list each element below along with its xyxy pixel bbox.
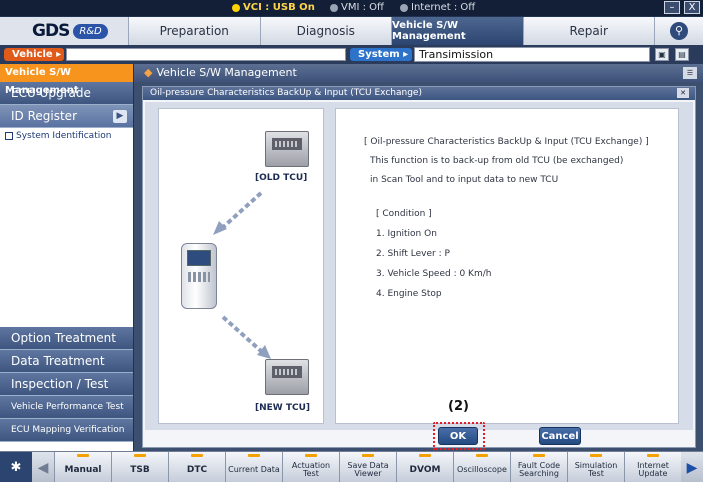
toolbar-internet-update[interactable]: Internet Update [624,452,681,482]
tools-icon[interactable]: ✱ [0,452,32,482]
close-window-button[interactable]: X [684,1,700,14]
sidebar-item-option-treatment[interactable]: Option Treatment [0,327,133,350]
vmi-status: VMI : Off [330,2,384,13]
sidebar-item-vehicle-performance-test[interactable]: Vehicle Performance Test [0,396,133,419]
new-tcu-icon [265,359,309,395]
toolbar-fault-code-searching[interactable]: Fault Code Searching [510,452,567,482]
toolbar-prev-button[interactable]: ◀ [32,452,54,482]
condition-item: 4. Engine Stop [376,289,442,299]
chevron-left-icon: ◀ [37,459,49,476]
scan-tool-icon [181,243,217,309]
print-icon[interactable]: ▤ [675,48,689,61]
toolbar-current-data[interactable]: Current Data [225,452,282,482]
camera-icon[interactable]: ▣ [655,48,669,61]
toolbar-save-data-viewer[interactable]: Save Data Viewer [339,452,396,482]
instructions-panel: [ Oil-pressure Characteristics BackUp & … [335,108,679,424]
internet-status: Internet : Off [400,2,475,13]
dialog-body: [OLD TCU] [NEW TCU] [Oil-pressure Chara… [145,102,693,430]
info-heading: [ Oil-pressure Characteristics BackUp & … [364,137,649,147]
toolbar-dvom[interactable]: DVOM [396,452,453,482]
vmi-indicator-icon [330,3,338,12]
condition-item: 3. Vehicle Speed : 0 Km/h [376,269,492,279]
sidebar-item-ecu-mapping-verification[interactable]: ECU Mapping Verification [0,419,133,442]
arrow-down-left-icon [213,191,263,235]
chevron-right-icon: ▶ [113,109,127,123]
search-button[interactable]: ⚲ [654,17,703,45]
condition-heading: [ Condition ] [376,209,432,219]
info-line: This function is to back-up from old TCU… [370,156,624,166]
vehicle-field[interactable] [66,48,346,61]
ok-button[interactable]: OK [438,427,478,445]
status-bar: VCI : USB On VMI : Off Internet : Off – … [0,0,703,16]
tab-repair[interactable]: Repair [522,17,654,45]
vci-status: VCI : USB On [232,2,315,13]
old-tcu-label: [OLD TCU] [255,173,308,183]
tab-preparation[interactable]: Preparation [128,17,260,45]
toolbar-oscilloscope[interactable]: Oscilloscope [453,452,510,482]
toolbar-actuation-test[interactable]: Actuation Test [282,452,339,482]
toolbar-tsb[interactable]: TSB [111,452,168,482]
sidebar-item-id-register[interactable]: ID Register ▶ [0,105,133,128]
tab-vehicle-sw-management[interactable]: Vehicle S/W Management [391,17,523,45]
internet-indicator-icon [400,3,408,12]
dialog-title: Oil-pressure Characteristics BackUp & In… [143,87,695,100]
main-nav: Preparation Diagnosis Vehicle S/W Manage… [128,17,654,45]
gds-logo: GDS R&D [0,17,128,45]
toolbar-simulation-test[interactable]: Simulation Test [567,452,624,482]
condition-item: 2. Shift Lever : P [376,249,450,259]
sidebar-subitem-system-identification[interactable]: System Identification [0,128,133,144]
vehicle-system-bar: Vehicle ▸ System ▸ Transimission ▣ ▤ [0,45,703,64]
chevron-right-icon: ▶ [686,459,698,476]
system-field[interactable]: Transimission [414,47,650,62]
toolbar-manual[interactable]: Manual [54,452,111,482]
document-icon [5,132,13,140]
sidebar: Vehicle S/W Management ECU Upgrade ID Re… [0,64,133,451]
dialog-close-icon[interactable]: ✕ [677,88,689,98]
tcu-exchange-dialog: Oil-pressure Characteristics BackUp & In… [142,86,696,450]
vehicle-button[interactable]: Vehicle ▸ [4,48,64,61]
sidebar-item-inspection-test[interactable]: Inspection / Test [0,373,133,396]
gds-app-window: VCI : USB On VMI : Off Internet : Off – … [0,0,703,482]
sidebar-spacer [0,144,133,327]
step-annotation: (2) [448,399,469,414]
info-line: in Scan Tool and to input data to new TC… [370,175,559,185]
vci-indicator-icon [232,3,240,12]
search-icon: ⚲ [670,22,688,40]
sidebar-item-data-treatment[interactable]: Data Treatment [0,350,133,373]
old-tcu-icon [265,131,309,167]
arrow-down-right-icon [221,315,271,359]
new-tcu-label: [NEW TCU] [255,403,311,413]
sidebar-header: Vehicle S/W Management [0,64,133,96]
toolbar-dtc[interactable]: DTC [168,452,225,482]
tcu-exchange-illustration: [OLD TCU] [NEW TCU] [158,108,324,424]
toolbar-next-button[interactable]: ▶ [681,452,703,482]
system-button[interactable]: System ▸ [350,48,412,61]
sidebar-item-ecu-upgrade[interactable]: ECU Upgrade [0,82,133,105]
main-title: ◆ Vehicle S/W Management [134,64,703,82]
cancel-button[interactable]: Cancel [539,427,581,445]
minimize-button[interactable]: – [664,1,680,14]
main-menu-icon[interactable]: ☰ [683,67,697,79]
condition-item: 1. Ignition On [376,229,437,239]
sw-management-icon: ◆ [144,66,153,79]
main-panel: ◆ Vehicle S/W Management ☰ Oil-pressure … [134,64,703,451]
bottom-toolbar: ✱ ◀ Manual TSB DTC Current Data Actuatio… [0,451,703,482]
tab-diagnosis[interactable]: Diagnosis [259,17,391,45]
